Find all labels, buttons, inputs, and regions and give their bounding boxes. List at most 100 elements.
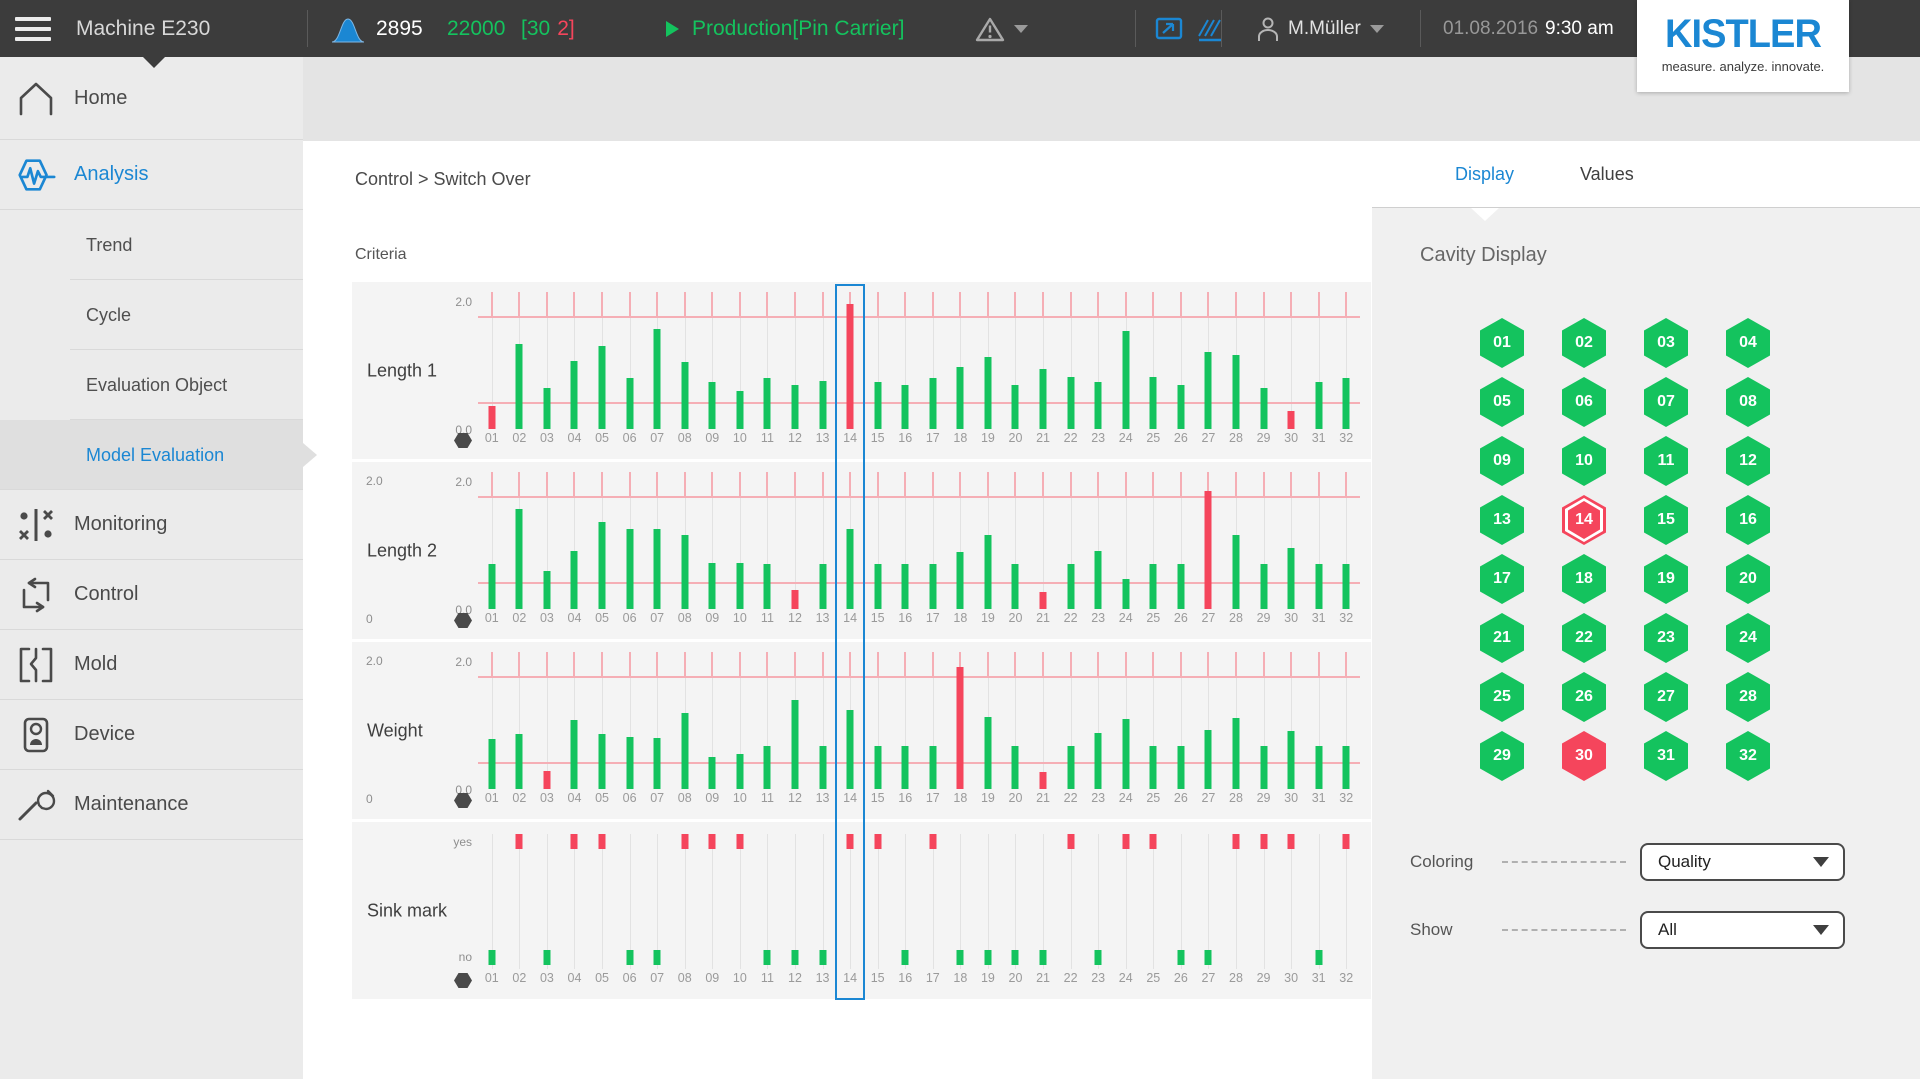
cavity-number: 25 xyxy=(1493,688,1511,706)
user-dropdown-caret[interactable] xyxy=(1370,0,1384,57)
cavity-hex-10[interactable]: 10 xyxy=(1562,436,1606,486)
show-dropdown[interactable]: All xyxy=(1640,911,1845,949)
limit-tick xyxy=(1290,292,1292,317)
cavity-number: 10 xyxy=(1575,452,1593,470)
sidebar-item-mold[interactable]: Mold xyxy=(0,630,303,700)
cavity-hex-15[interactable]: 15 xyxy=(1644,495,1688,545)
cavity-hex-02[interactable]: 02 xyxy=(1562,318,1606,368)
cavity-hex-22[interactable]: 22 xyxy=(1562,613,1606,663)
tab-values[interactable]: Values xyxy=(1580,141,1634,207)
tab-display[interactable]: Display xyxy=(1455,141,1514,207)
cavity-hex-27[interactable]: 27 xyxy=(1644,672,1688,722)
menu-button[interactable] xyxy=(14,0,52,57)
cavity-hex-07[interactable]: 07 xyxy=(1644,377,1688,427)
cavity-hex-04[interactable]: 04 xyxy=(1726,318,1770,368)
cavity-hex-20[interactable]: 20 xyxy=(1726,554,1770,604)
x-axis-label: 25 xyxy=(1146,791,1160,805)
cavity-hex-26[interactable]: 26 xyxy=(1562,672,1606,722)
mark-cavity-07 xyxy=(654,950,661,965)
gridline xyxy=(823,834,824,969)
gridline xyxy=(960,834,961,969)
axis-bottom-label: 0.0 xyxy=(352,423,472,437)
x-axis-label: 28 xyxy=(1229,611,1243,625)
limit-tick xyxy=(1070,472,1072,497)
cavity-hex-32[interactable]: 32 xyxy=(1726,731,1770,781)
sidebar-item-evaluation-object[interactable]: Evaluation Object xyxy=(0,350,303,420)
cavity-hex-28[interactable]: 28 xyxy=(1726,672,1770,722)
mark-cavity-23 xyxy=(1095,950,1102,965)
sidebar-item-trend[interactable]: Trend xyxy=(0,210,303,280)
cavity-hex-14[interactable]: 14 xyxy=(1562,495,1606,545)
x-axis-label: 08 xyxy=(678,791,692,805)
cavity-hex-23[interactable]: 23 xyxy=(1644,613,1688,663)
kistler-logo-tagline: measure. analyze. innovate. xyxy=(1637,59,1849,74)
sidebar-item-home[interactable]: Home xyxy=(0,57,303,140)
show-control: Show All xyxy=(1410,911,1845,949)
sidebar-item-device[interactable]: Device xyxy=(0,700,303,770)
limit-tick xyxy=(1290,652,1292,677)
cavity-hex-09[interactable]: 09 xyxy=(1480,436,1524,486)
x-axis-label: 06 xyxy=(623,791,637,805)
cavity-hex-03[interactable]: 03 xyxy=(1644,318,1688,368)
user-icon xyxy=(1256,0,1280,57)
cavity-hex-06[interactable]: 06 xyxy=(1562,377,1606,427)
warning-icon[interactable] xyxy=(975,0,1005,57)
x-axis-label: 24 xyxy=(1119,971,1133,985)
bar-cavity-24 xyxy=(1122,331,1129,429)
sidebar-submenu: TrendCycleEvaluation ObjectModel Evaluat… xyxy=(0,210,303,490)
user-name[interactable]: M.Müller xyxy=(1288,0,1361,57)
cavity-display-panel: Cavity Display 0102030405060708091011121… xyxy=(1372,208,1920,1079)
cavity-hex-21[interactable]: 21 xyxy=(1480,613,1524,663)
bar-cavity-30 xyxy=(1288,548,1295,609)
x-axis-label: 15 xyxy=(871,971,885,985)
x-axis-label: 20 xyxy=(1009,971,1023,985)
cavity-hex-30[interactable]: 30 xyxy=(1562,731,1606,781)
x-axis-label: 09 xyxy=(705,791,719,805)
x-axis-label: 22 xyxy=(1064,611,1078,625)
sidebar-item-control[interactable]: Control xyxy=(0,560,303,630)
screens-icon[interactable] xyxy=(1155,0,1183,57)
limit-tick xyxy=(739,292,741,317)
chevron-down-icon xyxy=(1813,925,1829,935)
cavity-hex-12[interactable]: 12 xyxy=(1726,436,1770,486)
chart-plot: 0102030405060708091011121314151617181920… xyxy=(478,462,1360,639)
device-icon xyxy=(14,716,58,754)
limit-tick xyxy=(739,472,741,497)
cavity-hex-13[interactable]: 13 xyxy=(1480,495,1524,545)
sidebar-item-cycle[interactable]: Cycle xyxy=(0,280,303,350)
cavity-hex-29[interactable]: 29 xyxy=(1480,731,1524,781)
bar-cavity-22 xyxy=(1067,564,1074,609)
x-axis-label: 27 xyxy=(1201,431,1215,445)
cavity-hex-24[interactable]: 24 xyxy=(1726,613,1770,663)
axis-bottom-label: 0.0 xyxy=(352,603,472,617)
right-panel-tabs: Display Values xyxy=(1372,141,1920,207)
cavity-hex-31[interactable]: 31 xyxy=(1644,731,1688,781)
bar-cavity-27 xyxy=(1205,352,1212,429)
cavity-hex-17[interactable]: 17 xyxy=(1480,554,1524,604)
cavity-number: 11 xyxy=(1658,452,1675,470)
cavity-hex-18[interactable]: 18 xyxy=(1562,554,1606,604)
sidebar-item-maintenance[interactable]: Maintenance xyxy=(0,770,303,840)
cavity-hex-08[interactable]: 08 xyxy=(1726,377,1770,427)
cavity-hex-25[interactable]: 25 xyxy=(1480,672,1524,722)
x-axis-label: 09 xyxy=(705,431,719,445)
sidebar-item-model-evaluation[interactable]: Model Evaluation xyxy=(0,420,303,490)
x-axis-label: 16 xyxy=(898,971,912,985)
bar-cavity-27 xyxy=(1205,491,1212,609)
limit-tick xyxy=(822,472,824,497)
x-axis-label: 31 xyxy=(1312,971,1326,985)
cavity-hex-19[interactable]: 19 xyxy=(1644,554,1688,604)
warning-dropdown-caret[interactable] xyxy=(1014,0,1028,57)
cavity-hex-05[interactable]: 05 xyxy=(1480,377,1524,427)
bar-cavity-18 xyxy=(957,552,964,609)
bar-cavity-25 xyxy=(1150,377,1157,429)
coloring-dropdown[interactable]: Quality xyxy=(1640,843,1845,881)
mark-cavity-06 xyxy=(626,950,633,965)
cavity-hex-16[interactable]: 16 xyxy=(1726,495,1770,545)
sidebar-item-analysis[interactable]: Analysis xyxy=(0,140,303,210)
cavity-hex-01[interactable]: 01 xyxy=(1480,318,1524,368)
bar-cavity-26 xyxy=(1177,385,1184,429)
cavity-hex-11[interactable]: 11 xyxy=(1644,436,1688,486)
x-axis-label: 30 xyxy=(1284,971,1298,985)
sidebar-item-monitoring[interactable]: Monitoring xyxy=(0,490,303,560)
